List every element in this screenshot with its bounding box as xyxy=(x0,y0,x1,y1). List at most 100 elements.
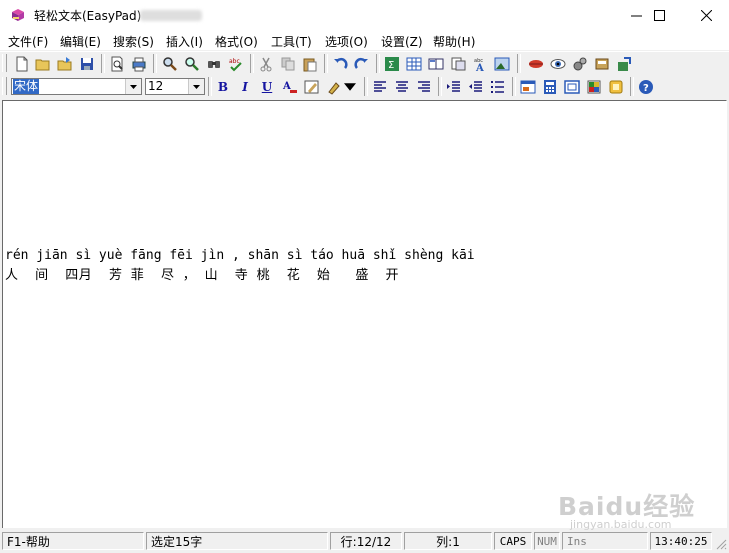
separator xyxy=(630,77,634,96)
separator xyxy=(512,77,516,96)
align-center-icon[interactable] xyxy=(393,78,411,96)
title-blurred-region xyxy=(140,10,202,21)
separator xyxy=(364,77,368,96)
baidu-watermark: Baidu经验 jingyan.baidu.com xyxy=(558,487,695,531)
font-size-value: 12 xyxy=(148,79,164,93)
window-icon[interactable] xyxy=(519,78,537,96)
separator xyxy=(153,54,157,73)
toolbar-grip[interactable] xyxy=(2,77,7,95)
resize-grip-icon[interactable] xyxy=(714,537,727,550)
svg-text:A: A xyxy=(282,81,291,92)
gear-icon[interactable] xyxy=(571,55,589,73)
status-selection: 选定15字 xyxy=(146,532,328,550)
status-line: 行:12/12 xyxy=(330,532,402,550)
export-icon[interactable] xyxy=(615,55,633,73)
open-recent-icon[interactable] xyxy=(56,55,74,73)
italic-button[interactable]: I xyxy=(236,78,254,96)
scan-icon[interactable] xyxy=(593,55,611,73)
close-button[interactable] xyxy=(683,0,729,30)
doc-icon[interactable] xyxy=(449,55,467,73)
find-next-icon[interactable] xyxy=(205,55,223,73)
text-editor[interactable]: rén jiān sì yuè fāng fēi jìn , shān sì t… xyxy=(2,100,727,528)
status-time: 13:40:25 xyxy=(650,532,712,550)
status-help: F1-帮助 xyxy=(2,532,144,550)
chevron-down-icon[interactable] xyxy=(125,79,141,94)
separator xyxy=(376,54,380,73)
pinyin-line: rén jiān sì yuè fāng fēi jìn , shān sì t… xyxy=(5,248,475,263)
note-icon[interactable] xyxy=(607,78,625,96)
cut-icon[interactable] xyxy=(257,55,275,73)
highlight-icon[interactable] xyxy=(303,78,321,96)
menu-edit[interactable]: 编辑(E) xyxy=(60,33,101,50)
svg-text:Σ: Σ xyxy=(388,60,394,71)
help-icon[interactable]: ? xyxy=(637,78,655,96)
bold-button[interactable]: B xyxy=(214,78,232,96)
underline-button[interactable]: U xyxy=(258,78,276,96)
list-icon[interactable] xyxy=(489,78,507,96)
separator xyxy=(208,77,212,96)
separator xyxy=(438,77,442,96)
copy-icon[interactable] xyxy=(279,55,297,73)
font-size-dropdown[interactable]: 12 xyxy=(145,78,205,95)
menu-search[interactable]: 搜索(S) xyxy=(113,33,154,50)
book-icon[interactable] xyxy=(427,55,445,73)
indent-icon[interactable] xyxy=(445,78,463,96)
separator xyxy=(517,54,521,73)
table-icon[interactable] xyxy=(405,55,423,73)
align-left-icon[interactable] xyxy=(371,78,389,96)
font-name-value: 宋体 xyxy=(13,79,40,94)
font-name-dropdown[interactable]: 宋体 xyxy=(11,78,142,95)
print-preview-icon[interactable] xyxy=(108,55,126,73)
menu-bar: 文件(F) 编辑(E) 搜索(S) 插入(I) 格式(O) 工具(T) 选项(O… xyxy=(0,30,729,50)
chevron-down-icon[interactable] xyxy=(344,78,356,96)
word-count-icon[interactable]: abc A xyxy=(471,55,489,73)
maximize-icon xyxy=(653,9,665,21)
status-column: 列:1 xyxy=(404,532,492,550)
menu-insert[interactable]: 插入(I) xyxy=(166,33,203,50)
hanzi-line: 人 间 四月 芳 菲 尽 ， 山 寺 桃 花 始 盛 开 xyxy=(5,268,400,283)
title-bar[interactable]: 轻松文本(EasyPad) xyxy=(0,0,729,30)
undo-icon[interactable] xyxy=(331,55,349,73)
calc-icon[interactable] xyxy=(541,78,559,96)
svg-text:A: A xyxy=(475,63,484,72)
status-num: NUM xyxy=(534,532,560,550)
svg-text:abc: abc xyxy=(229,58,240,65)
save-icon[interactable] xyxy=(78,55,96,73)
open-folder-icon[interactable] xyxy=(34,55,52,73)
app-book-icon xyxy=(9,6,27,24)
align-right-icon[interactable] xyxy=(415,78,433,96)
separator xyxy=(101,54,105,73)
toolbar-grip[interactable] xyxy=(2,54,7,72)
status-bar: F1-帮助 选定15字 行:12/12 列:1 CAPS NUM Ins 13:… xyxy=(0,530,729,552)
menu-options[interactable]: 选项(O) xyxy=(325,33,368,50)
print-icon[interactable] xyxy=(130,55,148,73)
window-title: 轻松文本(EasyPad) xyxy=(34,9,142,23)
clear-format-icon[interactable] xyxy=(325,78,343,96)
find-icon[interactable] xyxy=(161,55,179,73)
menu-tools[interactable]: 工具(T) xyxy=(271,33,312,50)
format-toolbar: 宋体 12 B I U A ? xyxy=(0,75,729,98)
menu-format[interactable]: 格式(O) xyxy=(215,33,258,50)
menu-help[interactable]: 帮助(H) xyxy=(433,33,475,50)
menu-file[interactable]: 文件(F) xyxy=(8,33,48,50)
chevron-down-icon[interactable] xyxy=(188,79,204,94)
spellcheck-icon[interactable]: abc xyxy=(227,55,245,73)
menu-settings[interactable]: 设置(Z) xyxy=(381,33,423,50)
lips-icon[interactable] xyxy=(527,55,545,73)
image-icon[interactable] xyxy=(493,55,511,73)
paste-icon[interactable] xyxy=(301,55,319,73)
font-color-icon[interactable]: A xyxy=(281,78,299,96)
outdent-icon[interactable] xyxy=(467,78,485,96)
sum-icon[interactable]: Σ xyxy=(383,55,401,73)
redo-icon[interactable] xyxy=(353,55,371,73)
eye-icon[interactable] xyxy=(549,55,567,73)
svg-text:?: ? xyxy=(643,83,649,94)
color-icon[interactable] xyxy=(585,78,603,96)
status-caps: CAPS xyxy=(494,532,532,550)
easypad-window: 轻松文本(EasyPad) 文件(F) 编辑(E) 搜索(S) 插入(I) 格式… xyxy=(0,0,729,552)
replace-icon[interactable] xyxy=(183,55,201,73)
frame-icon[interactable] xyxy=(563,78,581,96)
maximize-button[interactable] xyxy=(636,0,682,30)
new-file-icon[interactable] xyxy=(13,55,31,73)
close-icon xyxy=(700,9,712,21)
